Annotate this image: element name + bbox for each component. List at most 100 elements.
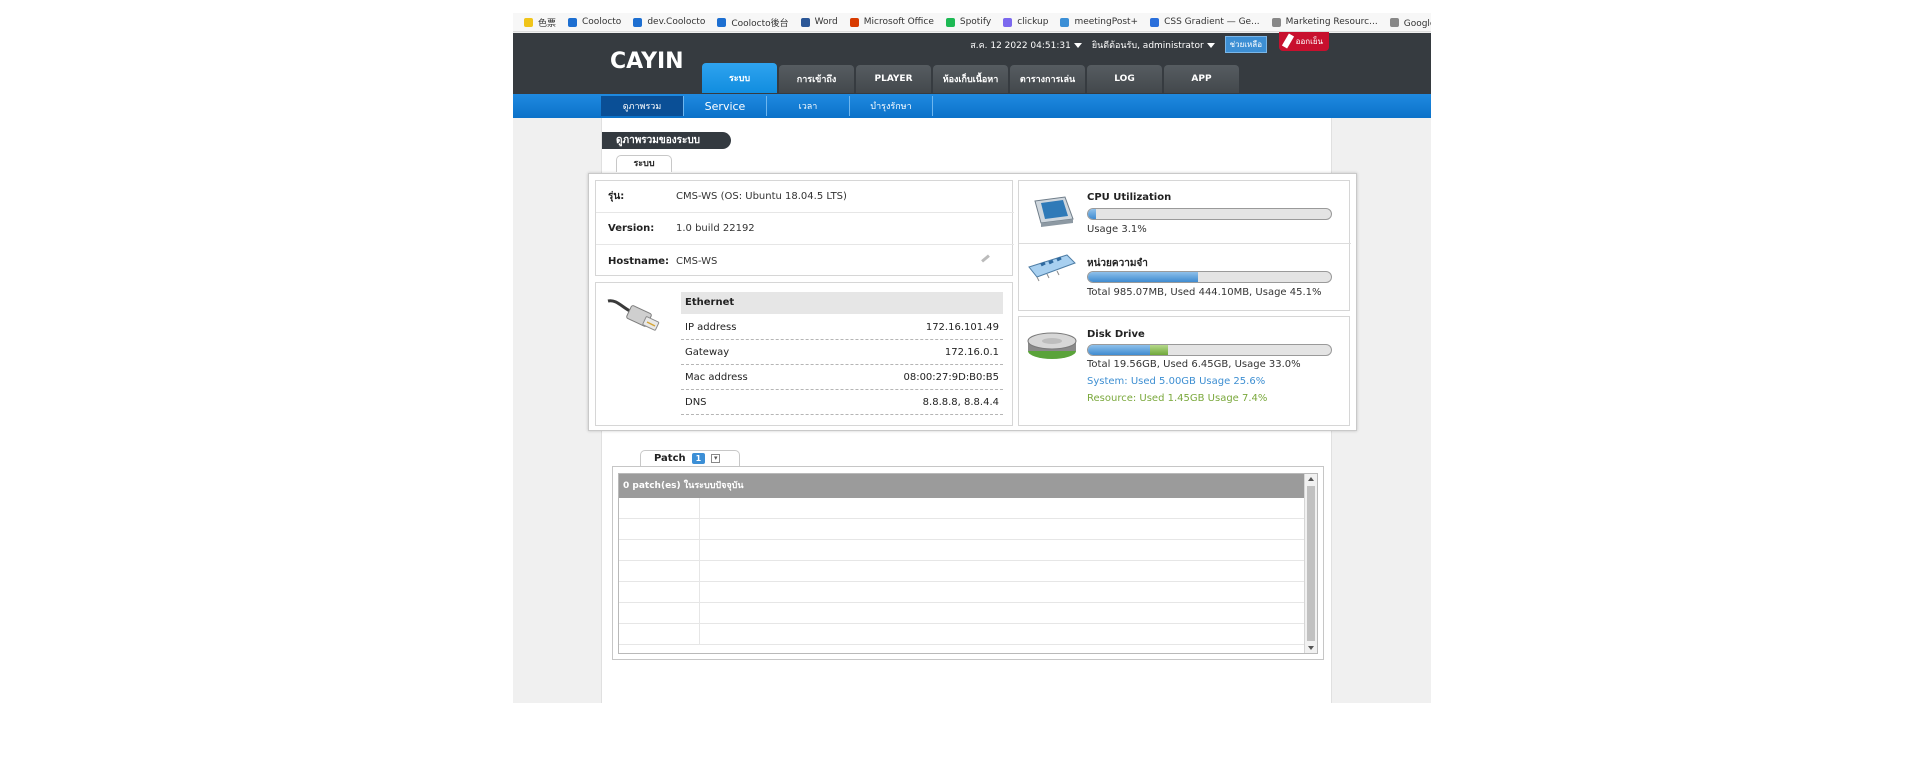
- bookmark-item[interactable]: Marketing Resourc...: [1266, 13, 1384, 31]
- nav-tab[interactable]: LOG: [1087, 65, 1162, 93]
- table-cell: [619, 540, 700, 561]
- table-row: [619, 582, 1304, 603]
- bookmark-item[interactable]: dev.Coolocto: [627, 13, 711, 31]
- mac-value: 08:00:27:9D:B0:B5: [903, 371, 999, 383]
- disk-usage-text: Total 19.56GB, Used 6.45GB, Usage 33.0%: [1087, 359, 1301, 370]
- ethernet-title: Ethernet: [681, 292, 1003, 314]
- chevron-down-icon[interactable]: ▾: [711, 454, 721, 463]
- bookmark-favicon-icon: [1060, 17, 1070, 27]
- bookmark-item[interactable]: CSS Gradient — Ge...: [1144, 13, 1266, 31]
- sub-nav-item[interactable]: เวลา: [767, 96, 850, 116]
- logout-button[interactable]: ออกเย็น: [1279, 32, 1329, 51]
- bookmark-favicon-icon: [717, 17, 727, 27]
- bookmark-item[interactable]: Coolocto: [562, 13, 627, 31]
- scroll-up-icon[interactable]: [1308, 477, 1314, 481]
- edit-hostname-icon[interactable]: [981, 254, 990, 263]
- cpu-memory-box: CPU Utilization Usage 3.1% หน่วยความจำ T…: [1018, 180, 1351, 311]
- user-dropdown[interactable]: ยินดีต้อนรับ, administrator: [1092, 38, 1215, 52]
- bookmark-item[interactable]: clickup: [997, 13, 1054, 31]
- sub-nav-item[interactable]: ดูภาพรวม: [601, 96, 684, 116]
- mac-row: Mac address 08:00:27:9D:B0:B5: [681, 365, 1003, 390]
- nav-tab[interactable]: ตารางการเล่น: [1010, 65, 1085, 93]
- bookmark-label: dev.Coolocto: [647, 17, 706, 27]
- bookmark-label: Coolocto: [582, 17, 622, 27]
- system-overview-panel: รุ่น: CMS-WS (OS: Ubuntu 18.04.5 LTS) Ve…: [588, 173, 1357, 431]
- bookmark-item[interactable]: Coolocto後台: [711, 13, 794, 31]
- table-row: [619, 498, 1304, 519]
- tab-patch[interactable]: Patch 1 ▾: [640, 450, 740, 466]
- chevron-down-icon: [1206, 42, 1215, 48]
- bookmark-favicon-icon: [1271, 17, 1281, 27]
- bookmark-item[interactable]: 色票: [518, 13, 562, 31]
- hostname-row: Hostname: CMS-WS: [596, 245, 1014, 277]
- model-value: CMS-WS (OS: Ubuntu 18.04.5 LTS): [676, 191, 847, 202]
- hostname-label: Hostname:: [608, 255, 670, 267]
- ip-value: 172.16.101.49: [925, 321, 999, 333]
- dns-label: DNS: [685, 396, 707, 408]
- disk-drive-box: Disk Drive Total 19.56GB, Used 6.45GB, U…: [1018, 316, 1350, 426]
- scroll-down-icon[interactable]: [1308, 646, 1314, 650]
- cayin-logo: CAYIN: [610, 49, 684, 74]
- patch-scrollbar[interactable]: [1304, 474, 1317, 653]
- logout-button-label: ออกเย็น: [1295, 37, 1323, 46]
- gateway-label: Gateway: [685, 346, 730, 358]
- patch-table: 0 patch(es) ในระบบปัจจุบัน: [618, 473, 1318, 654]
- sub-nav: ดูภาพรวม Service เวลา บำรุงรักษา: [601, 96, 933, 116]
- ethernet-box: Ethernet IP address 172.16.101.49 Gatewa…: [595, 282, 1013, 426]
- patch-table-header: 0 patch(es) ในระบบปัจจุบัน: [619, 474, 1304, 498]
- dns-row: DNS 8.8.8.8, 8.8.4.4: [681, 390, 1003, 415]
- bookmark-favicon-icon: [1389, 17, 1399, 27]
- bookmark-label: Microsoft Office: [863, 17, 934, 27]
- disk-system-text: System: Used 5.00GB Usage 25.6%: [1087, 376, 1266, 387]
- patch-panel: 0 patch(es) ในระบบปัจจุบัน: [612, 466, 1324, 660]
- cpu-usage-text: Usage 3.1%: [1087, 224, 1147, 235]
- sub-nav-item[interactable]: Service: [684, 96, 767, 116]
- sub-nav-bar: ดูภาพรวม Service เวลา บำรุงรักษา: [513, 94, 1431, 118]
- main-nav: ระบบ การเข้าถึง PLAYER ห้องเก็บเนื้อหา ตาราง…: [702, 63, 1239, 93]
- browser-viewport: 色票 Coolocto dev.Coolocto Coolocto後台 Word Micr…: [513, 13, 1431, 703]
- nav-tab[interactable]: ระบบ: [702, 63, 777, 93]
- model-row: รุ่น: CMS-WS (OS: Ubuntu 18.04.5 LTS): [596, 181, 1014, 213]
- disk-resource-text: Resource: Used 1.45GB Usage 7.4%: [1087, 393, 1268, 404]
- nav-tab[interactable]: PLAYER: [856, 65, 931, 93]
- gateway-row: Gateway 172.16.0.1: [681, 340, 1003, 365]
- version-label: Version:: [608, 223, 655, 234]
- scroll-thumb[interactable]: [1307, 486, 1315, 641]
- bookmark-label: Marketing Resourc...: [1285, 17, 1378, 27]
- sub-nav-item[interactable]: บำรุงรักษา: [850, 96, 933, 116]
- help-button[interactable]: ช่วยเหลือ: [1224, 36, 1267, 53]
- bookmark-favicon-icon: [800, 17, 810, 27]
- datetime-dropdown[interactable]: ส.ค. 12 2022 04:51:31: [970, 38, 1082, 52]
- bookmark-label: Coolocto後台: [731, 18, 789, 29]
- bookmark-label: Google Play 徽章: [1403, 18, 1431, 29]
- bookmark-label: CSS Gradient — Ge...: [1164, 17, 1260, 27]
- bookmark-item[interactable]: meetingPost+: [1054, 13, 1144, 31]
- bookmark-item[interactable]: Word: [795, 13, 844, 31]
- table-cell: [619, 624, 700, 645]
- table-cell: [619, 498, 700, 519]
- nav-tab[interactable]: APP: [1164, 65, 1239, 93]
- cpu-usage-fill: [1088, 209, 1096, 219]
- disk-title: Disk Drive: [1087, 329, 1145, 340]
- bookmark-item[interactable]: Google Play 徽章: [1384, 13, 1431, 31]
- bookmark-favicon-icon: [1003, 17, 1013, 27]
- model-label: รุ่น:: [608, 191, 625, 202]
- tab-system[interactable]: ระบบ: [616, 155, 672, 172]
- bookmark-favicon-icon: [849, 17, 859, 27]
- cpu-memory-divider: [1019, 243, 1351, 244]
- datetime-text: ส.ค. 12 2022 04:51:31: [970, 40, 1071, 51]
- patch-count-badge: 1: [691, 453, 706, 464]
- bookmark-item[interactable]: Microsoft Office: [844, 13, 940, 31]
- ip-row: IP address 172.16.101.49: [681, 315, 1003, 340]
- nav-tab[interactable]: การเข้าถึง: [779, 65, 854, 93]
- table-row: [619, 540, 1304, 561]
- nav-tab[interactable]: ห้องเก็บเนื้อหา: [933, 65, 1008, 93]
- memory-usage-fill: [1088, 272, 1198, 282]
- gateway-value: 172.16.0.1: [944, 346, 999, 358]
- bookmark-item[interactable]: Spotify: [940, 13, 997, 31]
- memory-title: หน่วยความจำ: [1087, 258, 1148, 269]
- cpu-title: CPU Utilization: [1087, 192, 1172, 203]
- bookmark-favicon-icon: [945, 17, 955, 27]
- cpu-usage-bar: [1087, 208, 1332, 220]
- system-info-box: รุ่น: CMS-WS (OS: Ubuntu 18.04.5 LTS) Ve…: [595, 180, 1014, 277]
